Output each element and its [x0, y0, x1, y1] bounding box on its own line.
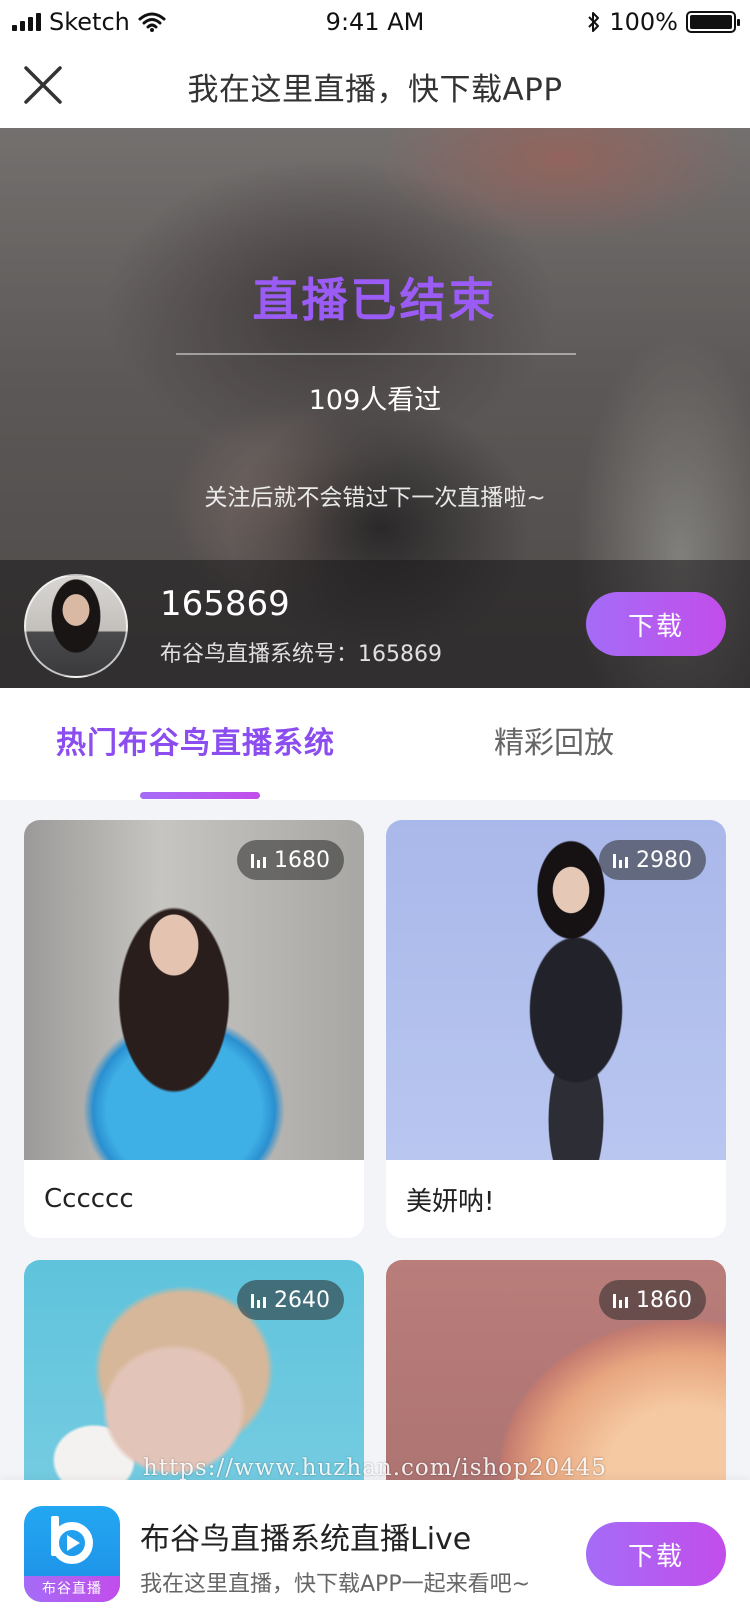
stream-title: 美妍呐!	[406, 1186, 495, 1217]
tab-bar: 热门布谷鸟直播系统 精彩回放	[0, 688, 750, 800]
views-badge: 1860	[599, 1280, 706, 1320]
watermark: https://www.huzhan.com/ishop20445	[142, 1455, 608, 1481]
battery-icon	[686, 11, 740, 33]
views-count: 2640	[274, 1287, 330, 1313]
bar-chart-icon	[251, 852, 266, 868]
battery-fill	[690, 15, 732, 29]
bar-chart-icon	[251, 1292, 266, 1308]
bar-chart-icon	[613, 1292, 628, 1308]
views-count: 2980	[636, 847, 692, 873]
app-logo-stem	[51, 1516, 59, 1556]
status-right: 100%	[587, 8, 740, 36]
bar-chart-icon	[613, 852, 628, 868]
tab-replay[interactable]: 精彩回放	[494, 718, 614, 762]
banner-title: 布谷鸟直播系统直播Live	[140, 1522, 472, 1557]
host-avatar[interactable]	[24, 574, 128, 678]
host-name: 165869	[160, 584, 290, 624]
app-download-banner: 布谷直播 布谷鸟直播系统直播Live 我在这里直播，快下载APP一起来看吧~ 下…	[0, 1480, 750, 1622]
viewer-count: 109人看过	[308, 385, 442, 416]
stream-thumbnail: 1680	[24, 820, 364, 1160]
tab-indicator	[140, 792, 260, 799]
host-id: 布谷鸟直播系统号：165869	[160, 642, 442, 667]
views-badge: 2640	[237, 1280, 344, 1320]
views-badge: 2980	[599, 840, 706, 880]
hero-divider	[176, 353, 576, 355]
views-badge: 1680	[237, 840, 344, 880]
stream-thumbnail: 2980	[386, 820, 726, 1160]
play-icon	[67, 1535, 80, 1551]
bluetooth-icon	[588, 12, 600, 32]
hero-download-button[interactable]: 下载	[586, 592, 726, 656]
status-bar: Sketch 9:41 AM 100%	[0, 0, 750, 44]
live-ended-hero: 直播已结束 109人看过 关注后就不会错过下一次直播啦~ 165869 布谷鸟直…	[0, 128, 750, 688]
views-count: 1680	[274, 847, 330, 873]
views-count: 1860	[636, 1287, 692, 1313]
app-icon-label: 布谷直播	[24, 1576, 120, 1602]
follow-tip: 关注后就不会错过下一次直播啦~	[204, 485, 546, 511]
banner-subtitle: 我在这里直播，快下载APP一起来看吧~	[140, 1572, 531, 1597]
tab-hot[interactable]: 热门布谷鸟直播系统	[56, 718, 335, 762]
nav-title: 我在这里直播，快下载APP	[187, 71, 563, 108]
live-ended-title: 直播已结束	[252, 273, 498, 327]
stream-title: Cccccc	[44, 1184, 134, 1214]
app-logo-icon: 布谷直播	[24, 1506, 120, 1602]
banner-download-button[interactable]: 下载	[586, 1522, 726, 1586]
battery-percent: 100%	[609, 8, 678, 36]
stream-card[interactable]: 2980 美妍呐!	[386, 820, 726, 1238]
close-icon[interactable]	[22, 64, 64, 106]
stream-card[interactable]: 1680 Cccccc	[24, 820, 364, 1238]
nav-bar: 我在这里直播，快下载APP	[0, 44, 750, 128]
